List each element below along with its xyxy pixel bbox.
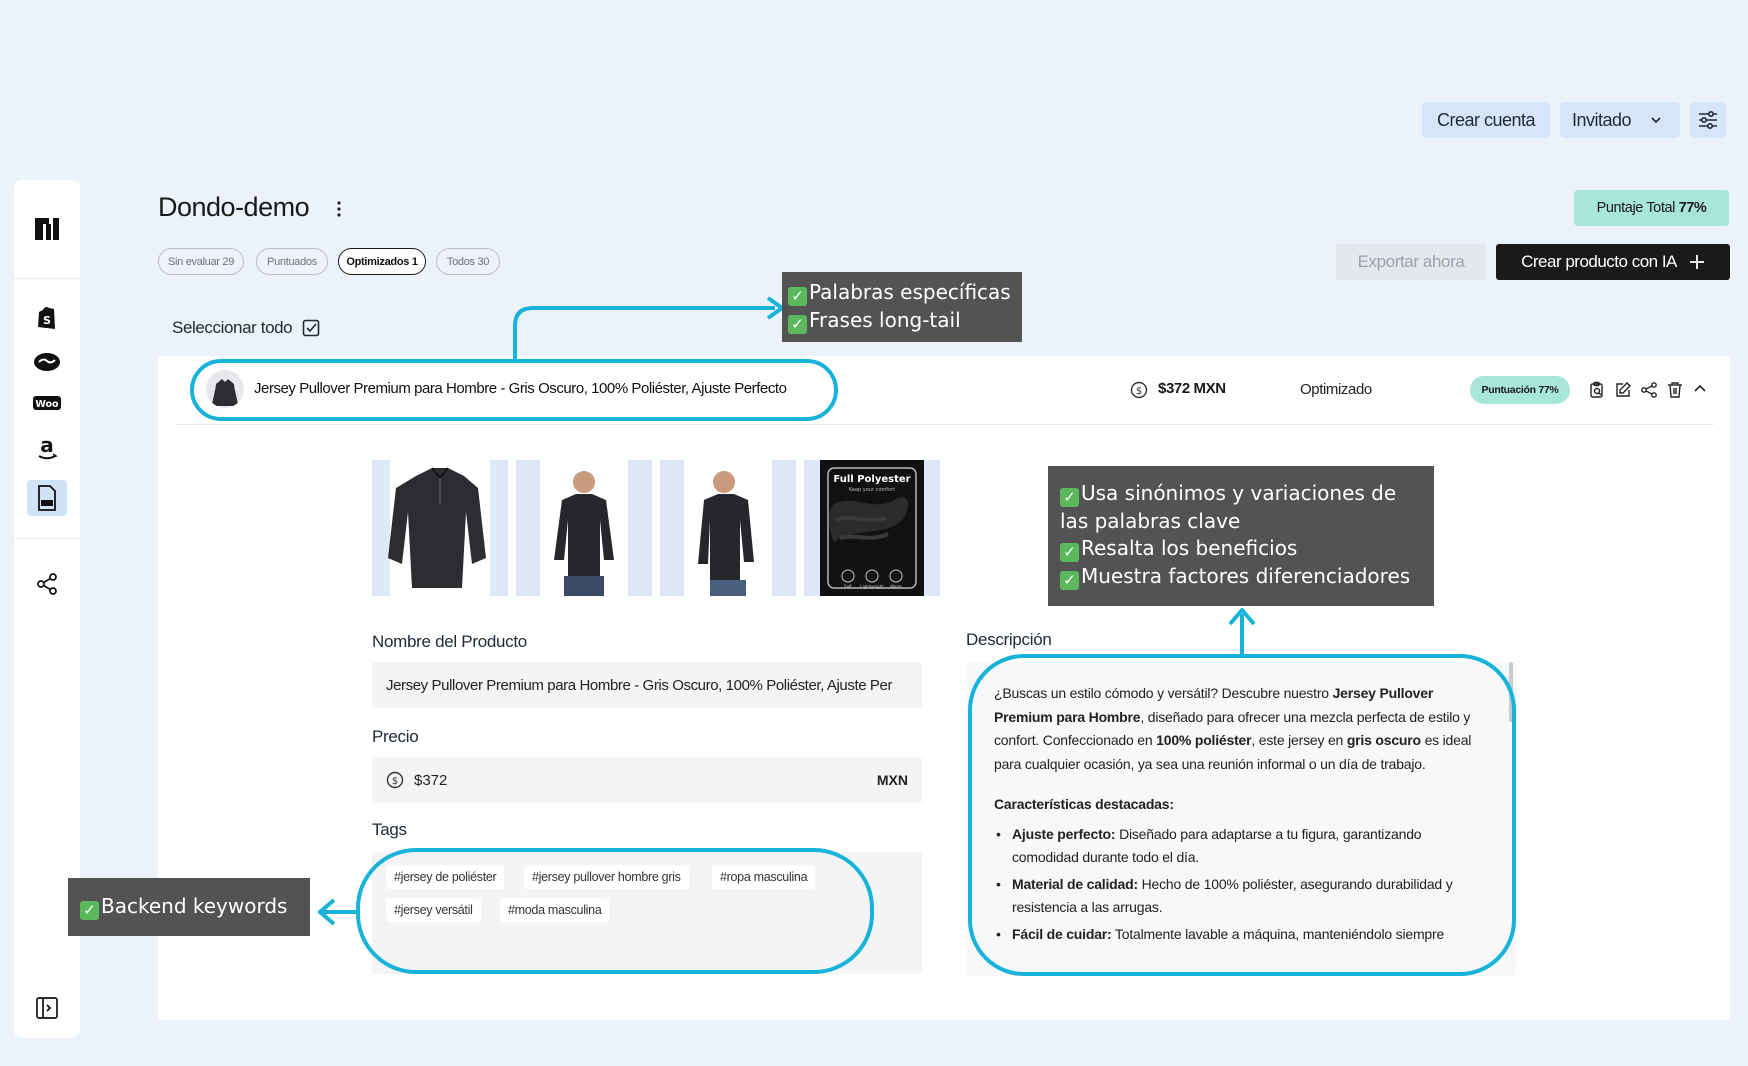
check-icon: ✓	[788, 315, 807, 334]
check-icon: ✓	[1060, 543, 1079, 562]
check-icon: ✓	[788, 287, 807, 306]
annotation-title-keywords: ✓ Palabras específicas ✓ Frases long-tail	[782, 272, 1022, 342]
check-icon: ✓	[80, 901, 99, 920]
annotation-backend-keywords: ✓ Backend keywords	[68, 878, 310, 936]
check-icon: ✓	[1060, 488, 1079, 507]
annotation-description-tips: ✓ Usa sinónimos y variaciones de las pala…	[1048, 466, 1434, 606]
check-icon: ✓	[1060, 570, 1079, 590]
